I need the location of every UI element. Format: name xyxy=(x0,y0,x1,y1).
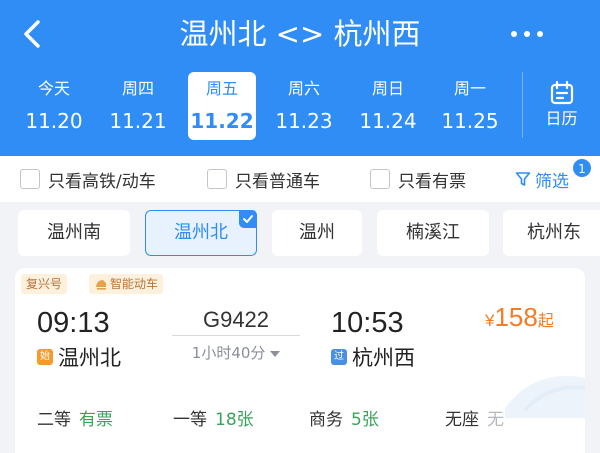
filter-normal-checkbox[interactable]: 只看普通车 xyxy=(207,167,320,192)
more-dot xyxy=(537,31,543,37)
date-day: 11.21 xyxy=(109,109,167,133)
date-item-fri-selected[interactable]: 周五 11.22 xyxy=(188,72,256,140)
filter-available-label: 只看有票 xyxy=(398,171,466,192)
duration-toggle[interactable]: 1小时40分 xyxy=(172,342,300,364)
date-weekday: 周一 xyxy=(453,79,486,98)
train-divider-line xyxy=(172,335,300,336)
station-chip-wenzhoubei[interactable]: 温州北 xyxy=(145,210,257,256)
train-number: G9422 xyxy=(202,307,270,332)
smart-train-label: 智能动车 xyxy=(110,277,159,291)
seat-no-seat: 无座无 xyxy=(445,408,504,432)
date-day: 11.23 xyxy=(275,109,333,133)
date-weekday: 今天 xyxy=(37,79,70,98)
station-chip-row: 温州南 温州北 温州 楠溪江 杭州东 xyxy=(0,202,600,264)
filter-high-speed-label: 只看高铁/动车 xyxy=(48,171,156,192)
caret-down-icon xyxy=(270,351,281,357)
date-day: 11.20 xyxy=(25,109,83,133)
pass-station-badge: 过 xyxy=(331,349,347,365)
filter-available-checkbox[interactable]: 只看有票 xyxy=(370,167,466,192)
depart-station-name: 温州北 xyxy=(58,346,121,370)
checkbox-box[interactable] xyxy=(207,169,227,189)
price-suffix: 起 xyxy=(537,311,554,330)
filter-normal-label: 只看普通车 xyxy=(235,171,320,192)
more-dot xyxy=(524,31,530,37)
seat-status: 有票 xyxy=(79,410,113,430)
duration-text: 1小时40分 xyxy=(191,344,266,362)
train-card[interactable]: 复兴号 智能动车 09:13 G9422 1小时40分 10:53 始 温州北 … xyxy=(15,268,585,453)
filter-bar: 只看高铁/动车 只看普通车 只看有票 筛选 xyxy=(0,156,600,202)
seat-class-label: 一等 xyxy=(173,410,207,430)
screen-label: 筛选 xyxy=(535,171,569,192)
seat-second-class: 二等 有票 xyxy=(37,408,113,432)
date-weekday: 周四 xyxy=(121,79,154,98)
seat-status: 18张 xyxy=(215,410,254,430)
more-dots-icon xyxy=(511,31,517,37)
screen-count-badge: 1 xyxy=(572,158,592,178)
seat-first-class: 一等 18张 xyxy=(173,408,254,432)
filter-high-speed-checkbox[interactable]: 只看高铁/动车 xyxy=(20,167,156,192)
date-weekday: 周日 xyxy=(371,79,404,98)
seat-status: 5张 xyxy=(351,410,379,430)
date-day: 11.25 xyxy=(441,109,499,133)
seat-class-label: 无座 xyxy=(445,410,479,430)
seat-business-class: 商务 5张 xyxy=(309,408,379,432)
date-weekday: 周六 xyxy=(287,79,320,98)
seat-class-label: 商务 xyxy=(309,410,343,430)
station-chip-wenzhounan[interactable]: 温州南 xyxy=(18,210,130,256)
date-item-sun[interactable]: 周日 11.24 xyxy=(354,72,422,140)
date-weekday: 周五 xyxy=(205,79,238,98)
date-item-mon[interactable]: 周一 11.25 xyxy=(436,72,504,140)
start-station-badge: 始 xyxy=(37,349,53,365)
calendar-label: 日历 xyxy=(545,109,578,128)
date-item-sat[interactable]: 周六 11.23 xyxy=(270,72,338,140)
header-bar: 温州北 <> 杭州西 今天 11.20 周四 11.21 周五 11.22 周六… xyxy=(0,0,600,156)
ticket-price: ¥158起 xyxy=(485,302,554,333)
date-day: 11.24 xyxy=(359,109,417,133)
date-item-thu[interactable]: 周四 11.21 xyxy=(104,72,172,140)
date-item-today[interactable]: 今天 11.20 xyxy=(20,72,88,140)
station-chip-nanxijiang[interactable]: 楠溪江 xyxy=(377,210,489,256)
arrive-station-name: 杭州西 xyxy=(352,346,415,370)
price-value: 158 xyxy=(494,302,538,332)
more-button[interactable] xyxy=(505,16,549,52)
checkbox-box[interactable] xyxy=(370,169,390,189)
calendar-icon xyxy=(550,80,573,105)
screen-button[interactable]: 筛选 xyxy=(515,167,569,192)
seat-status: 无 xyxy=(487,410,504,430)
smart-train-tag: 智能动车 xyxy=(89,274,164,294)
station-chip-hangzhoudong[interactable]: 杭州东 xyxy=(503,210,600,256)
train-watermark-icon xyxy=(505,376,585,418)
depart-time: 09:13 xyxy=(37,307,110,339)
checkbox-box[interactable] xyxy=(20,169,40,189)
date-day: 11.22 xyxy=(190,109,254,133)
station-chip-wenzhou[interactable]: 温州 xyxy=(272,210,362,256)
arrive-station: 过 杭州西 xyxy=(331,343,415,371)
seat-class-label: 二等 xyxy=(37,410,71,430)
smart-train-icon xyxy=(96,280,106,290)
depart-station: 始 温州北 xyxy=(37,343,121,371)
fuxing-tag: 复兴号 xyxy=(21,274,68,294)
selected-check-icon xyxy=(239,210,257,228)
station-chip-label: 温州北 xyxy=(174,222,228,243)
calendar-button[interactable]: 日历 xyxy=(522,72,600,138)
funnel-icon xyxy=(515,172,531,186)
arrive-time: 10:53 xyxy=(331,307,404,339)
